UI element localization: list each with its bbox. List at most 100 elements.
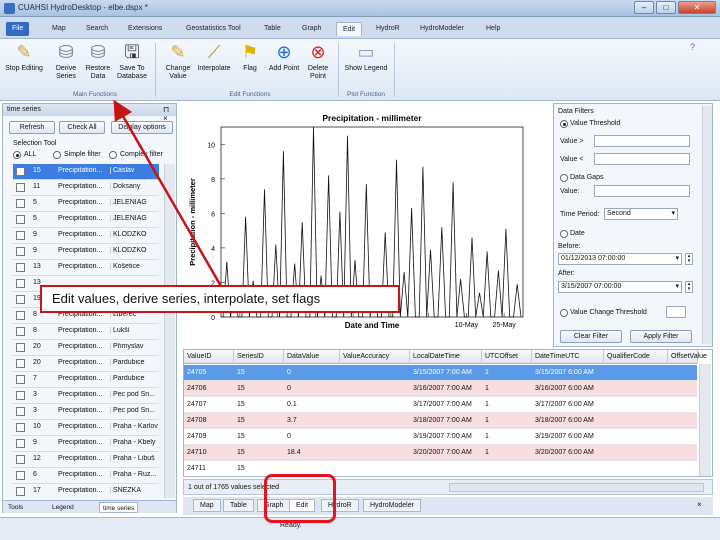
radio-all[interactable] — [13, 151, 21, 159]
series-row[interactable]: 3 Precipitation... Pec pod Sn... — [13, 404, 159, 420]
column-header[interactable]: DataValue — [284, 350, 340, 364]
stop-editing-button[interactable]: ✎ Stop Editing — [4, 41, 44, 89]
column-header[interactable]: QualifierCode — [604, 350, 668, 364]
tab-extensions[interactable]: Extensions — [122, 22, 168, 36]
series-row[interactable]: 20 Precipitation... Pardubice — [13, 356, 159, 372]
tab-map[interactable]: Map — [46, 22, 72, 36]
series-checkbox[interactable] — [16, 439, 25, 448]
series-row[interactable]: 13 Precipitation... Košetice — [13, 260, 159, 276]
series-checkbox[interactable] — [16, 359, 25, 368]
tab-legend[interactable]: Legend — [49, 502, 77, 513]
tab-graph[interactable]: Graph — [296, 22, 327, 36]
series-row[interactable]: 7 Precipitation... Pardubice — [13, 372, 159, 388]
interpolate-button[interactable]: ⟋ Interpolate — [194, 41, 234, 89]
before-spinner[interactable]: ▴ ▾ — [685, 253, 693, 265]
close-icon[interactable]: × — [697, 500, 702, 509]
table-row[interactable]: 24710 15 18.4 3/20/2007 7:00 AM 1 3/20/2007 6… — [184, 445, 697, 461]
series-checkbox[interactable] — [16, 231, 25, 240]
radio-value-change-threshold[interactable] — [560, 309, 568, 317]
series-checkbox[interactable] — [16, 375, 25, 384]
series-checkbox[interactable] — [16, 455, 25, 464]
value-gt-input[interactable] — [594, 135, 690, 147]
column-header[interactable]: ValueID — [184, 350, 234, 364]
help-icon[interactable]: ? — [690, 42, 695, 52]
scrollbar[interactable] — [702, 106, 712, 344]
save-to-database-button[interactable]: 🖫 Save To Database — [112, 41, 152, 89]
delete-point-button[interactable]: ⊗ Delete Point — [298, 41, 338, 89]
table-row[interactable]: 24706 15 0 3/16/2007 7:00 AM 1 3/16/2007 6:00… — [184, 381, 697, 397]
column-header[interactable]: ValueAccuracy — [340, 350, 410, 364]
radio-complex-filter[interactable] — [109, 151, 117, 159]
scrollbar[interactable] — [164, 164, 175, 498]
tab-map-view[interactable]: Map — [193, 499, 221, 512]
series-row[interactable]: 17 Precipitation... SNEZKA — [13, 484, 159, 498]
check-all-button[interactable]: Check All — [59, 121, 105, 134]
series-checkbox[interactable] — [16, 295, 25, 304]
tab-file[interactable]: File — [6, 22, 30, 36]
maximize-icon[interactable]: □ — [656, 1, 676, 14]
series-checkbox[interactable] — [16, 199, 25, 208]
tab-time-series[interactable]: time series — [99, 502, 139, 513]
radio-data-gaps[interactable] — [560, 174, 568, 182]
series-row[interactable]: ✓ 15 Precipitation... Čáslav — [13, 164, 159, 180]
column-header[interactable]: DateTimeUTC — [532, 350, 604, 364]
series-checkbox[interactable]: ✓ — [16, 167, 25, 176]
series-checkbox[interactable] — [16, 391, 25, 400]
table-row[interactable]: 24711 15 — [184, 461, 697, 473]
series-checkbox[interactable] — [16, 487, 25, 496]
radio-date[interactable] — [560, 230, 568, 238]
time-period-select[interactable]: Second ▾ — [604, 208, 678, 220]
table-row[interactable]: 24707 15 0.1 3/17/2007 7:00 AM 1 3/17/2007 6:… — [184, 397, 697, 413]
series-row[interactable]: 20 Precipitation... Přimyslav — [13, 340, 159, 356]
series-row[interactable]: 10 Precipitation... Praha - Karlov — [13, 420, 159, 436]
column-header[interactable]: UTCOffset — [482, 350, 532, 364]
column-header[interactable]: SeriesID — [234, 350, 284, 364]
before-date-input[interactable]: 01/12/2013 07:00:00 ▾ — [558, 253, 682, 265]
change-value-button[interactable]: ✎ Change Value — [158, 41, 198, 89]
column-header[interactable]: OffsetValue — [668, 350, 707, 364]
series-checkbox[interactable] — [16, 423, 25, 432]
series-checkbox[interactable] — [16, 327, 25, 336]
series-checkbox[interactable] — [16, 279, 25, 288]
display-options-button[interactable]: Display options — [111, 121, 173, 134]
series-checkbox[interactable] — [16, 471, 25, 480]
series-checkbox[interactable] — [16, 343, 25, 352]
tab-tools[interactable]: Tools — [5, 502, 26, 513]
series-row[interactable]: 12 Precipitation... Praha - Libuš — [13, 452, 159, 468]
series-row[interactable]: 5 Precipitation... JELENIAG — [13, 196, 159, 212]
tab-geostatistics[interactable]: Geostatistics Tool — [180, 22, 247, 36]
column-header[interactable]: LocalDateTime — [410, 350, 482, 364]
series-checkbox[interactable] — [16, 215, 25, 224]
scrollbar[interactable] — [699, 364, 711, 476]
value-lt-input[interactable] — [594, 153, 690, 165]
series-checkbox[interactable] — [16, 311, 25, 320]
series-checkbox[interactable] — [16, 183, 25, 192]
series-row[interactable]: 9 Precipitation... Praha - Kbely — [13, 436, 159, 452]
value-input[interactable] — [594, 185, 690, 197]
table-row[interactable]: 24705 15 0 3/15/2007 7:00 AM 1 3/15/2007 6:00… — [184, 365, 697, 381]
apply-filter-button[interactable]: Apply Filter — [630, 330, 692, 343]
radio-simple-filter[interactable] — [53, 151, 61, 159]
tab-search[interactable]: Search — [80, 22, 114, 36]
tab-hydromodeler[interactable]: HydroModeler — [414, 22, 470, 36]
close-icon[interactable]: ✕ — [678, 1, 716, 14]
tab-hydror[interactable]: HydroR — [370, 22, 406, 36]
show-legend-button[interactable]: ▭ Show Legend — [342, 41, 390, 89]
table-row[interactable]: 24709 15 0 3/19/2007 7:00 AM 1 3/19/2007 6:00… — [184, 429, 697, 445]
series-row[interactable]: 11 Precipitation... Doksany — [13, 180, 159, 196]
tab-table-view[interactable]: Table — [223, 499, 254, 512]
radio-value-threshold[interactable] — [560, 120, 568, 128]
refresh-button[interactable]: Refresh — [9, 121, 55, 134]
tab-table[interactable]: Table — [258, 22, 287, 36]
series-row[interactable]: 5 Precipitation... JELENIAG — [13, 212, 159, 228]
series-row[interactable]: 8 Precipitation... Lukší — [13, 324, 159, 340]
table-row[interactable]: 24708 15 3.7 3/18/2007 7:00 AM 1 3/18/2007 6:… — [184, 413, 697, 429]
tab-edit[interactable]: Edit — [336, 22, 363, 36]
value-change-input[interactable] — [666, 306, 686, 318]
series-row[interactable]: 6 Precipitation... Praha - Ruz... — [13, 468, 159, 484]
series-checkbox[interactable] — [16, 247, 25, 256]
series-checkbox[interactable] — [16, 263, 25, 272]
series-checkbox[interactable] — [16, 407, 25, 416]
after-spinner[interactable]: ▴ ▾ — [685, 281, 693, 293]
tab-help[interactable]: Help — [480, 22, 506, 36]
